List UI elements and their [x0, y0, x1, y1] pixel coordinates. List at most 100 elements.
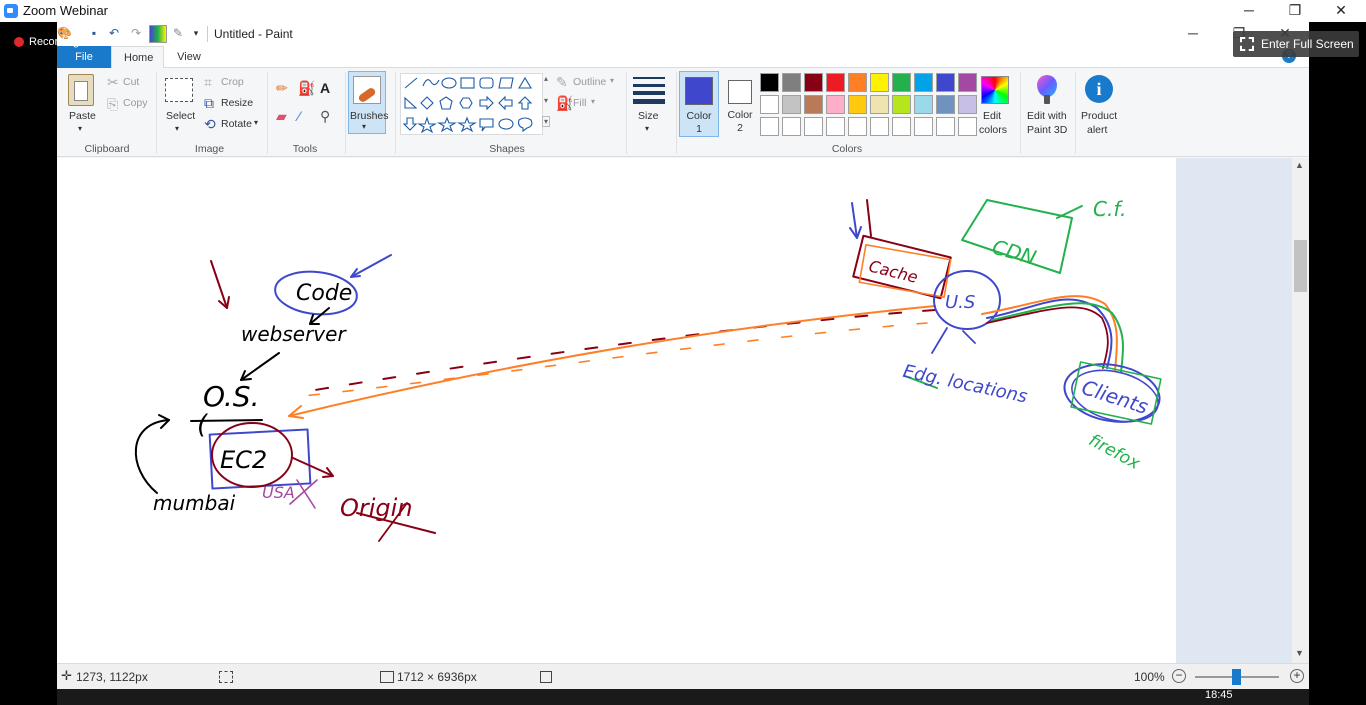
palette-swatch[interactable]: [826, 73, 845, 92]
zoom-close-button[interactable]: ✕: [1318, 0, 1364, 22]
select-icon[interactable]: [165, 78, 193, 102]
palette-swatch[interactable]: [892, 117, 911, 136]
zoom-minimize-button[interactable]: ─: [1226, 0, 1272, 22]
palette-swatch[interactable]: [958, 117, 977, 136]
palette-swatch[interactable]: [958, 73, 977, 92]
resize-button[interactable]: Resize: [221, 97, 253, 109]
paste-button[interactable]: Paste: [69, 110, 96, 122]
scroll-thumb[interactable]: [1294, 240, 1307, 292]
outline-button[interactable]: Outline: [573, 76, 606, 88]
palette-swatch[interactable]: [826, 117, 845, 136]
palette-swatch[interactable]: [914, 95, 933, 114]
palette-swatch[interactable]: [848, 117, 867, 136]
crop-button[interactable]: Crop: [221, 76, 244, 88]
magnifier-icon[interactable]: ⚲: [320, 108, 330, 124]
product-alert-label-1[interactable]: Product: [1081, 110, 1117, 122]
scroll-down-icon[interactable]: ▼: [1295, 648, 1304, 658]
crop-icon[interactable]: ⌗: [204, 74, 212, 90]
edit-3d-label-1[interactable]: Edit with: [1027, 110, 1067, 122]
vertical-scrollbar[interactable]: ▲ ▼: [1292, 158, 1309, 663]
cut-icon[interactable]: ✂: [107, 74, 119, 90]
copy-button[interactable]: Copy: [123, 97, 148, 109]
palette-swatch[interactable]: [848, 73, 867, 92]
palette-swatch[interactable]: [782, 95, 801, 114]
paint-3d-icon[interactable]: [1035, 75, 1059, 105]
rotate-button[interactable]: Rotate: [221, 118, 252, 130]
color-picker-icon[interactable]: ⁄: [298, 108, 300, 124]
palette-swatch[interactable]: [804, 73, 823, 92]
palette-swatch[interactable]: [870, 73, 889, 92]
drawing-canvas[interactable]: Code webserver O.S. ( EC2 mumbai Origin …: [57, 158, 1176, 663]
undo-icon[interactable]: ↶: [107, 26, 121, 40]
palette-swatch[interactable]: [936, 73, 955, 92]
palette-swatch[interactable]: [936, 117, 955, 136]
palette-swatch[interactable]: [782, 73, 801, 92]
fill-icon[interactable]: ⛽: [556, 95, 573, 111]
edit-colors-icon[interactable]: [981, 76, 1009, 104]
palette-swatch[interactable]: [892, 95, 911, 114]
paste-icon[interactable]: [68, 74, 94, 106]
tab-view[interactable]: View: [164, 46, 214, 68]
palette-swatch[interactable]: [760, 73, 779, 92]
select-chevron-icon[interactable]: ▾: [175, 124, 179, 133]
palette-swatch[interactable]: [804, 117, 823, 136]
edit-colors-qat-icon[interactable]: [149, 25, 167, 43]
zoom-in-icon[interactable]: +: [1290, 669, 1304, 683]
palette-swatch[interactable]: [760, 95, 779, 114]
shapes-scroll-down-icon[interactable]: ▾: [544, 96, 548, 105]
fill-button[interactable]: Fill: [573, 97, 586, 109]
tab-home[interactable]: Home: [111, 46, 164, 68]
enter-fullscreen-button[interactable]: Enter Full Screen: [1233, 31, 1359, 57]
text-tool-icon[interactable]: A: [320, 80, 330, 96]
paste-chevron-icon[interactable]: ▾: [78, 124, 82, 133]
size-button[interactable]: Size: [638, 110, 658, 122]
scroll-up-icon[interactable]: ▲: [1295, 160, 1304, 170]
redo-icon[interactable]: ↷: [129, 26, 143, 40]
palette-swatch[interactable]: [760, 117, 779, 136]
palette-swatch[interactable]: [914, 73, 933, 92]
eraser-icon[interactable]: ▰: [276, 108, 287, 124]
size-icon[interactable]: [633, 75, 665, 105]
palette-swatch[interactable]: [958, 95, 977, 114]
outline-icon[interactable]: ✎: [556, 74, 568, 90]
palette-swatch[interactable]: [936, 95, 955, 114]
edit-3d-label-2[interactable]: Paint 3D: [1027, 124, 1067, 136]
select-button[interactable]: Select: [166, 110, 195, 122]
paint-minimize-button[interactable]: ─: [1170, 22, 1216, 46]
cut-button[interactable]: Cut: [123, 76, 139, 88]
edit-colors-label-2[interactable]: colors: [979, 124, 1007, 136]
brushes-button[interactable]: Brushes ▾: [348, 71, 389, 134]
save-icon[interactable]: ▪: [87, 26, 101, 40]
palette-swatch[interactable]: [892, 73, 911, 92]
palette-swatch[interactable]: [914, 117, 933, 136]
resize-icon[interactable]: ⧉: [204, 95, 214, 111]
rotate-icon[interactable]: ⟲: [204, 116, 216, 132]
color1-button[interactable]: Color 1: [679, 71, 719, 137]
zoom-out-icon[interactable]: −: [1172, 669, 1186, 683]
palette-swatch[interactable]: [782, 117, 801, 136]
outline-chevron-icon[interactable]: ▾: [610, 76, 614, 85]
tab-file[interactable]: File: [57, 46, 111, 68]
zoom-slider-thumb[interactable]: [1232, 669, 1241, 685]
fill-bucket-icon[interactable]: ⛽: [298, 80, 315, 96]
palette-swatch[interactable]: [870, 117, 889, 136]
fill-chevron-icon[interactable]: ▾: [591, 97, 595, 106]
product-alert-label-2[interactable]: alert: [1087, 124, 1107, 136]
pencil-icon[interactable]: ✏: [276, 80, 288, 96]
palette-swatch[interactable]: [826, 95, 845, 114]
color2-button[interactable]: Color 2: [721, 71, 761, 137]
palette-swatch[interactable]: [848, 95, 867, 114]
edit-colors-label-1[interactable]: Edit: [983, 110, 1001, 122]
shapes-gallery[interactable]: [400, 73, 543, 135]
zoom-restore-button[interactable]: ❐: [1272, 0, 1318, 22]
shapes-scroll-up-icon[interactable]: ▴: [544, 74, 548, 83]
rotate-chevron-icon[interactable]: ▾: [254, 118, 258, 127]
copy-icon[interactable]: ⎘: [107, 96, 118, 112]
recording-indicator[interactable]: Recording: [14, 36, 79, 48]
customize-qat-chevron-icon[interactable]: ▾: [189, 26, 203, 40]
product-alert-icon[interactable]: i: [1085, 75, 1113, 103]
shapes-expand-icon[interactable]: ▾: [542, 116, 551, 127]
size-chevron-icon[interactable]: ▾: [645, 124, 649, 133]
palette-swatch[interactable]: [804, 95, 823, 114]
pencil-qat-icon[interactable]: ✎: [171, 26, 185, 40]
